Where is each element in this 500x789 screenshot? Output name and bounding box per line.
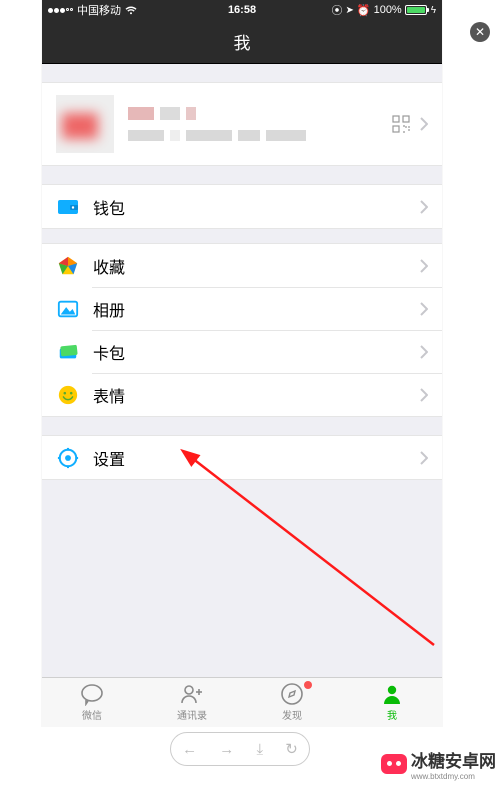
watermark-logo-icon xyxy=(381,754,407,774)
cards-cell[interactable]: 卡包 xyxy=(42,330,442,373)
tab-me-label: 我 xyxy=(387,707,397,722)
status-bar: 中国移动 16:58 ⦿ ➤ ⏰ 100% ϟ xyxy=(42,0,442,20)
tab-discover[interactable]: 发现 xyxy=(242,678,342,726)
back-icon[interactable]: ← xyxy=(182,741,197,758)
stickers-cell[interactable]: 表情 xyxy=(42,373,442,416)
profile-id-redacted xyxy=(128,130,392,141)
favorites-cell[interactable]: 收藏 xyxy=(42,244,442,287)
favorites-label: 收藏 xyxy=(93,254,420,278)
settings-cell[interactable]: 设置 xyxy=(42,436,442,479)
lock-icon: ⦿ xyxy=(331,2,342,18)
stickers-icon xyxy=(56,383,80,407)
album-icon xyxy=(56,297,80,321)
profile-cell[interactable] xyxy=(42,83,442,165)
wallet-label: 钱包 xyxy=(93,195,420,219)
content-area: 钱包 收藏 相册 xyxy=(42,64,442,677)
nav-bar: 我 xyxy=(42,20,442,64)
clock: 16:58 xyxy=(228,4,256,16)
cards-icon xyxy=(56,340,80,364)
location-icon: ➤ xyxy=(345,5,353,16)
avatar xyxy=(56,95,114,153)
tab-contacts[interactable]: 通讯录 xyxy=(142,678,242,726)
status-left: 中国移动 xyxy=(48,2,228,18)
settings-group: 设置 xyxy=(42,435,442,480)
alarm-icon: ⏰ xyxy=(357,4,371,17)
favorites-icon xyxy=(56,254,80,278)
me-icon xyxy=(379,682,405,706)
tab-bar: 微信 通讯录 发现 我 xyxy=(42,677,442,726)
close-button[interactable]: ✕ xyxy=(470,22,490,42)
wifi-icon xyxy=(125,6,137,15)
wallet-cell[interactable]: 钱包 xyxy=(42,185,442,228)
chevron-right-icon xyxy=(420,302,428,316)
wallet-group: 钱包 xyxy=(42,184,442,229)
cards-label: 卡包 xyxy=(93,340,420,364)
charging-icon: ϟ xyxy=(431,5,436,16)
nav-title: 我 xyxy=(234,29,251,54)
download-icon[interactable]: ⤓ xyxy=(256,741,263,758)
browser-toolbar: ← → ⤓ ↻ xyxy=(170,732,310,766)
discover-badge xyxy=(304,681,312,689)
profile-name-redacted xyxy=(128,107,392,120)
chevron-right-icon xyxy=(420,259,428,273)
tab-chats[interactable]: 微信 xyxy=(42,678,142,726)
album-cell[interactable]: 相册 xyxy=(42,287,442,330)
phone-frame: 中国移动 16:58 ⦿ ➤ ⏰ 100% ϟ 我 xyxy=(42,0,442,726)
page-root: ✕ 中国移动 16:58 ⦿ ➤ ⏰ 100% ϟ 我 xyxy=(0,0,500,789)
tab-discover-label: 发现 xyxy=(282,707,302,722)
qr-code-icon xyxy=(392,115,410,133)
watermark-domain: www.btxtdmy.com xyxy=(411,772,496,781)
signal-icon xyxy=(48,8,73,13)
forward-icon[interactable]: → xyxy=(219,741,234,758)
chevron-right-icon xyxy=(420,388,428,402)
stickers-label: 表情 xyxy=(93,383,420,407)
status-right: ⦿ ➤ ⏰ 100% ϟ xyxy=(256,2,436,18)
refresh-icon[interactable]: ↻ xyxy=(285,740,298,758)
contacts-icon xyxy=(179,682,205,706)
profile-group xyxy=(42,82,442,166)
settings-icon xyxy=(56,446,80,470)
chevron-right-icon xyxy=(420,200,428,214)
chevron-right-icon xyxy=(420,345,428,359)
watermark-text: 冰糖安卓网 xyxy=(411,747,496,772)
tab-me[interactable]: 我 xyxy=(342,678,442,726)
settings-label: 设置 xyxy=(93,446,420,470)
chevron-right-icon xyxy=(420,117,428,131)
profile-info xyxy=(128,107,392,141)
battery-icon xyxy=(405,5,427,15)
chat-icon xyxy=(79,682,105,706)
carrier-label: 中国移动 xyxy=(77,2,121,18)
chevron-right-icon xyxy=(420,451,428,465)
album-label: 相册 xyxy=(93,297,420,321)
battery-pct: 100% xyxy=(374,4,402,16)
discover-icon xyxy=(279,682,305,706)
tab-contacts-label: 通讯录 xyxy=(177,707,207,722)
collection-group: 收藏 相册 卡包 xyxy=(42,243,442,417)
watermark: 冰糖安卓网 www.btxtdmy.com xyxy=(381,747,496,781)
tab-chats-label: 微信 xyxy=(82,707,102,722)
wallet-icon xyxy=(56,195,80,219)
